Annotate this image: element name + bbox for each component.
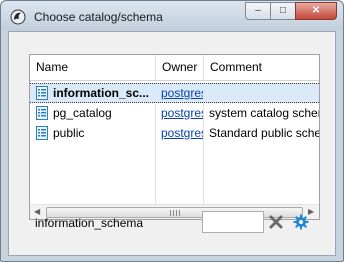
minimize-icon: – bbox=[255, 5, 261, 16]
row-owner-link[interactable]: postgres bbox=[161, 123, 203, 143]
column-header-comment[interactable]: Comment bbox=[204, 55, 319, 80]
clear-icon[interactable] bbox=[268, 214, 284, 230]
row-comment: system catalog schema bbox=[209, 106, 319, 120]
title-bar[interactable]: Choose catalog/schema – □ ✕ bbox=[1, 1, 343, 31]
schema-icon bbox=[36, 126, 48, 140]
maximize-icon: □ bbox=[279, 5, 287, 16]
selected-schema-label: information_schema bbox=[35, 216, 144, 230]
maximize-button[interactable]: □ bbox=[270, 2, 296, 20]
gear-icon[interactable] bbox=[293, 214, 309, 230]
dialog-window: Choose catalog/schema – □ ✕ Name Owner C… bbox=[0, 0, 344, 262]
schema-table: Name Owner Comment information_sc... pos… bbox=[29, 54, 320, 220]
schema-icon bbox=[36, 106, 48, 120]
row-name: public bbox=[53, 126, 85, 140]
row-comment: Standard public schema bbox=[209, 126, 319, 140]
row-name: pg_catalog bbox=[53, 106, 112, 120]
table-header: Name Owner Comment bbox=[30, 55, 319, 81]
row-owner-link[interactable]: postgres bbox=[161, 103, 203, 123]
table-row[interactable]: information_sc... postgres bbox=[30, 83, 319, 103]
schema-icon bbox=[36, 86, 48, 100]
window-title: Choose catalog/schema bbox=[34, 10, 163, 24]
row-comment bbox=[209, 84, 319, 104]
column-header-name[interactable]: Name bbox=[30, 55, 156, 80]
scroll-left-icon[interactable]: ◀ bbox=[34, 207, 40, 216]
row-owner-link[interactable]: postgres bbox=[161, 84, 203, 104]
filter-input[interactable] bbox=[202, 211, 264, 233]
table-row[interactable]: public postgres Standard public schema bbox=[30, 123, 319, 143]
app-icon bbox=[10, 9, 26, 25]
table-body: information_sc... postgres pg_catalog po… bbox=[30, 82, 319, 204]
table-row[interactable]: pg_catalog postgres system catalog schem… bbox=[30, 103, 319, 123]
minimize-button[interactable]: – bbox=[245, 2, 271, 20]
dialog-content: Name Owner Comment information_sc... pos… bbox=[8, 31, 336, 256]
column-header-owner[interactable]: Owner bbox=[156, 55, 204, 80]
close-button[interactable]: ✕ bbox=[295, 2, 337, 20]
grip-icon bbox=[170, 210, 180, 216]
close-icon: ✕ bbox=[311, 5, 321, 16]
row-name: information_sc... bbox=[53, 86, 150, 100]
